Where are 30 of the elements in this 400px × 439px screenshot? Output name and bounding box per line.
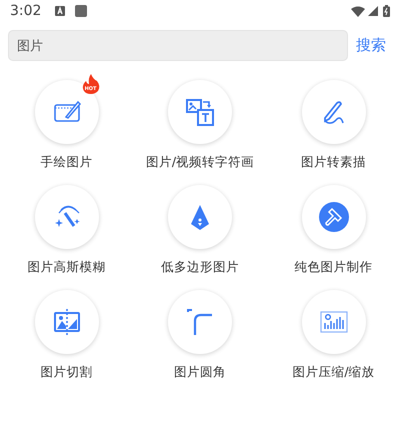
tool-label: 图片/视频转字符画 — [146, 153, 254, 170]
tool-label: 图片转素描 — [301, 153, 366, 170]
tool-icon-circle[interactable] — [168, 185, 232, 249]
signal-icon — [368, 6, 378, 16]
tool-label: 手绘图片 — [40, 153, 92, 170]
rounded-corner-icon — [185, 307, 215, 337]
app-icon — [75, 5, 88, 17]
tool-label: 图片高斯模糊 — [28, 258, 106, 275]
tool-icon-circle[interactable] — [302, 80, 366, 144]
tool-label: 图片切割 — [40, 363, 92, 380]
search-field[interactable]: 图片 — [8, 30, 348, 61]
image-to-text-icon — [185, 97, 215, 127]
paint-brush-icon — [318, 202, 348, 232]
tool-label: 纯色图片制作 — [294, 258, 372, 275]
tool-icon-circle[interactable] — [34, 80, 98, 144]
clock: 3:02 — [10, 2, 42, 20]
tool-icon-circle[interactable] — [34, 185, 98, 249]
tool-label: 图片压缩/缩放 — [292, 363, 375, 380]
wifi-icon — [351, 6, 365, 16]
tool-label: 图片圆角 — [174, 363, 226, 380]
tool-icon-circle[interactable] — [168, 80, 232, 144]
tool-label: 低多边形图片 — [161, 258, 239, 275]
split-image-icon — [52, 307, 82, 337]
tool-icon-circle[interactable] — [34, 290, 98, 354]
notification-icon — [55, 6, 66, 16]
battery-icon — [383, 5, 390, 17]
search-button[interactable]: 搜索 — [356, 34, 392, 57]
tool-icon-circle[interactable] — [302, 185, 366, 249]
tool-icon-circle[interactable] — [168, 290, 232, 354]
tool-icon-circle[interactable] — [302, 290, 366, 354]
